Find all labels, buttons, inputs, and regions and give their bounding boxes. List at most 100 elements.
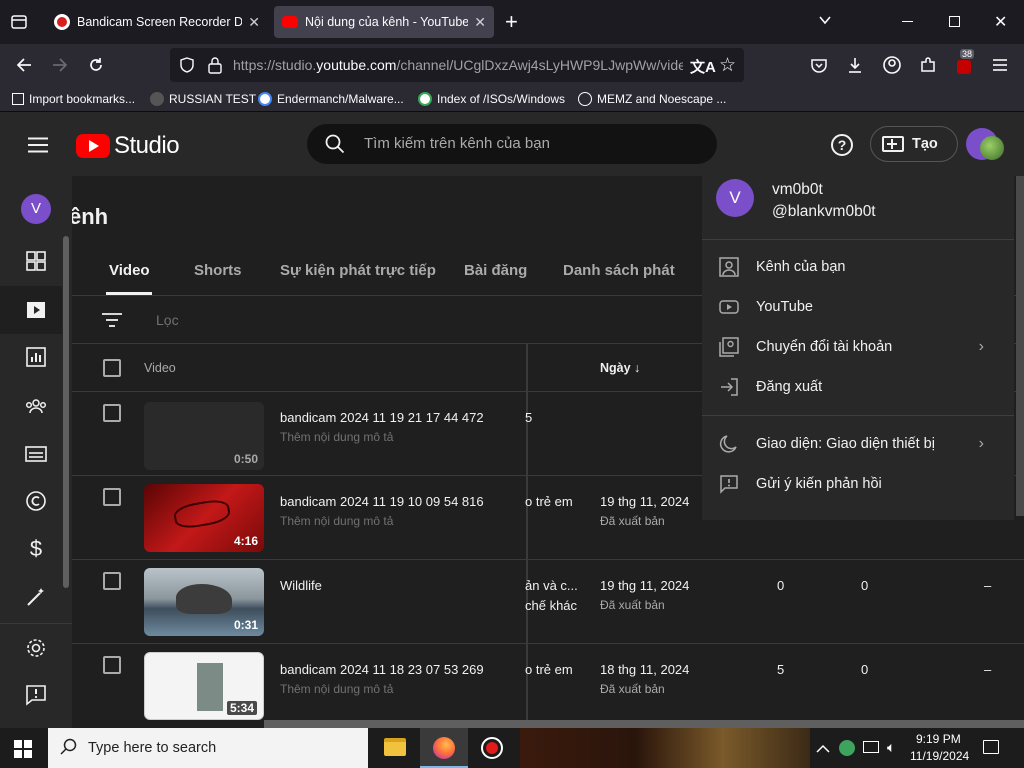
tab-overflow-chevron-icon[interactable]	[817, 12, 833, 31]
hamburger-menu-icon[interactable]	[28, 137, 48, 156]
column-header-date[interactable]: Ngày ↓	[600, 361, 640, 375]
tab-youtube-studio[interactable]: Nội dung của kênh - YouTube S ✕	[274, 6, 494, 38]
youtube-studio-logo[interactable]: Studio	[76, 132, 180, 160]
dashboard-icon[interactable]	[22, 247, 50, 275]
shield-icon[interactable]	[179, 57, 195, 76]
channel-avatar[interactable]: V	[21, 194, 51, 224]
volume-icon[interactable]: 🔈︎	[887, 739, 895, 756]
lock-icon[interactable]	[207, 56, 223, 77]
video-title[interactable]: bandicam 2024 11 19 21 17 44 472	[280, 410, 484, 425]
subtitles-icon[interactable]	[22, 440, 50, 468]
filter-icon[interactable]	[102, 312, 122, 331]
menu-item-label: YouTube	[756, 299, 813, 315]
translate-icon[interactable]: 文A	[690, 56, 716, 77]
url-bar[interactable]: https://studio.youtube.com/channel/UCglD…	[170, 48, 744, 82]
horizontal-scrollbar[interactable]	[264, 720, 1024, 728]
row-checkbox[interactable]	[103, 656, 121, 674]
video-description[interactable]: Thêm nội dung mô tả	[280, 430, 393, 444]
pocket-icon[interactable]	[807, 53, 831, 77]
video-title[interactable]: bandicam 2024 11 19 10 09 54 816	[280, 494, 484, 509]
windows-start-icon[interactable]	[14, 740, 32, 758]
minimize-window-icon[interactable]	[902, 21, 913, 22]
firefox-taskbar-button[interactable]	[420, 728, 468, 768]
tab-list-icon[interactable]	[10, 13, 28, 31]
menu-item-youtube[interactable]: YouTube	[718, 292, 998, 322]
downloads-icon[interactable]	[843, 53, 867, 77]
main-scrollbar[interactable]	[1016, 176, 1024, 516]
video-title[interactable]: bandicam 2024 11 18 23 07 53 269	[280, 662, 484, 677]
menu-item-your-channel[interactable]: Kênh của bạn	[718, 252, 998, 282]
new-tab-button[interactable]: +	[505, 9, 518, 35]
tab-playlists[interactable]: Danh sách phát	[563, 262, 675, 279]
forward-arrow-icon[interactable]	[48, 53, 72, 77]
people-tray-icon[interactable]	[839, 740, 855, 756]
column-header-video[interactable]: Video	[144, 361, 176, 375]
tab-shorts[interactable]: Shorts	[194, 262, 242, 279]
show-hidden-icons-chevron-icon[interactable]	[816, 742, 830, 757]
table-row[interactable]: 5:34 bandicam 2024 11 18 23 07 53 269 Th…	[72, 644, 1024, 728]
monetization-dollar-icon[interactable]: $	[22, 535, 50, 563]
bandicam-record-icon[interactable]	[481, 737, 503, 759]
filter-input[interactable]: Lọc	[156, 312, 179, 328]
hamburger-menu-icon[interactable]	[988, 53, 1012, 77]
bookmark-import[interactable]: Import bookmarks...	[12, 90, 135, 108]
video-description[interactable]: Thêm nội dung mô tả	[280, 514, 393, 528]
notifications-icon[interactable]	[983, 740, 999, 754]
file-explorer-icon[interactable]	[384, 738, 406, 756]
clock-time[interactable]: 9:19 PM	[916, 732, 961, 746]
close-window-icon[interactable]: ✕	[994, 12, 1007, 32]
clock-date[interactable]: 11/19/2024	[910, 749, 969, 763]
google-favicon-icon	[418, 92, 432, 106]
bookmark-russian-test[interactable]: RUSSIAN TEST	[150, 90, 256, 108]
tab-bandicam[interactable]: Bandicam Screen Recorder Dow ✕	[46, 6, 268, 38]
restrictions-cell: 5	[525, 410, 533, 425]
community-icon[interactable]	[22, 392, 50, 420]
sidebar-scrollbar[interactable]	[63, 236, 69, 588]
row-checkbox[interactable]	[103, 572, 121, 590]
feedback-icon[interactable]	[22, 681, 50, 709]
windows-taskbar: Type here to search 🔈︎ 9:19 PM 11/19/202…	[0, 728, 1024, 768]
row-checkbox[interactable]	[103, 488, 121, 506]
row-checkbox[interactable]	[103, 404, 121, 422]
bookmark-memz[interactable]: MEMZ and Noescape ...	[578, 90, 726, 108]
customization-magic-wand-icon[interactable]	[22, 583, 50, 611]
analytics-icon[interactable]	[22, 343, 50, 371]
taskbar-search-box[interactable]: Type here to search	[48, 728, 368, 768]
select-all-checkbox[interactable]	[103, 359, 121, 377]
bookmark-star-icon[interactable]: ☆	[719, 54, 736, 77]
menu-item-switch-account[interactable]: Chuyển đổi tài khoản ›	[718, 332, 998, 362]
back-arrow-icon[interactable]	[12, 53, 36, 77]
help-icon[interactable]: ?	[831, 134, 853, 156]
menu-item-sign-out[interactable]: Đăng xuất	[718, 372, 998, 402]
video-description[interactable]: Thêm nội dung mô tả	[280, 682, 393, 696]
reload-icon[interactable]	[84, 53, 108, 77]
copyright-icon[interactable]	[22, 487, 50, 515]
content-video-icon[interactable]	[22, 296, 50, 324]
close-tab-icon[interactable]: ✕	[248, 14, 260, 31]
extension-addon-icon[interactable]: 38	[952, 49, 976, 77]
settings-gear-icon[interactable]	[22, 634, 50, 662]
video-title[interactable]: Wildlife	[280, 578, 322, 593]
video-thumbnail[interactable]: 5:34	[144, 652, 264, 720]
tab-live[interactable]: Sự kiện phát trực tiếp	[280, 262, 436, 279]
menu-item-send-feedback[interactable]: Gửi ý kiến phản hồi	[718, 469, 998, 499]
bookmark-isos[interactable]: Index of /ISOs/Windows	[418, 90, 565, 108]
url-prefix: https://studio.	[233, 57, 317, 73]
table-row[interactable]: 0:31 Wildlife ản và c... chế khác 19 thg…	[72, 560, 1024, 643]
chevron-right-icon: ›	[978, 435, 984, 452]
video-thumbnail[interactable]: 0:50	[144, 402, 264, 470]
network-icon[interactable]	[863, 741, 879, 753]
maximize-window-icon[interactable]	[949, 16, 960, 27]
extensions-icon[interactable]	[916, 53, 940, 77]
tab-video[interactable]: Video	[109, 262, 150, 279]
video-thumbnail[interactable]: 4:16	[144, 484, 264, 552]
bookmark-endermanch[interactable]: Endermanch/Malware...	[258, 90, 404, 108]
channel-search-box[interactable]: Tìm kiếm trên kênh của bạn	[307, 124, 717, 164]
create-button[interactable]: Tạo	[870, 126, 958, 162]
tab-posts[interactable]: Bài đăng	[464, 262, 527, 279]
video-thumbnail[interactable]: 0:31	[144, 568, 264, 636]
menu-item-appearance[interactable]: Giao diện: Giao diện thiết bị ›	[718, 429, 998, 459]
account-icon[interactable]	[880, 53, 904, 77]
url-text[interactable]: https://studio.youtube.com/channel/UCglD…	[233, 57, 683, 73]
close-tab-icon[interactable]: ✕	[474, 14, 486, 31]
